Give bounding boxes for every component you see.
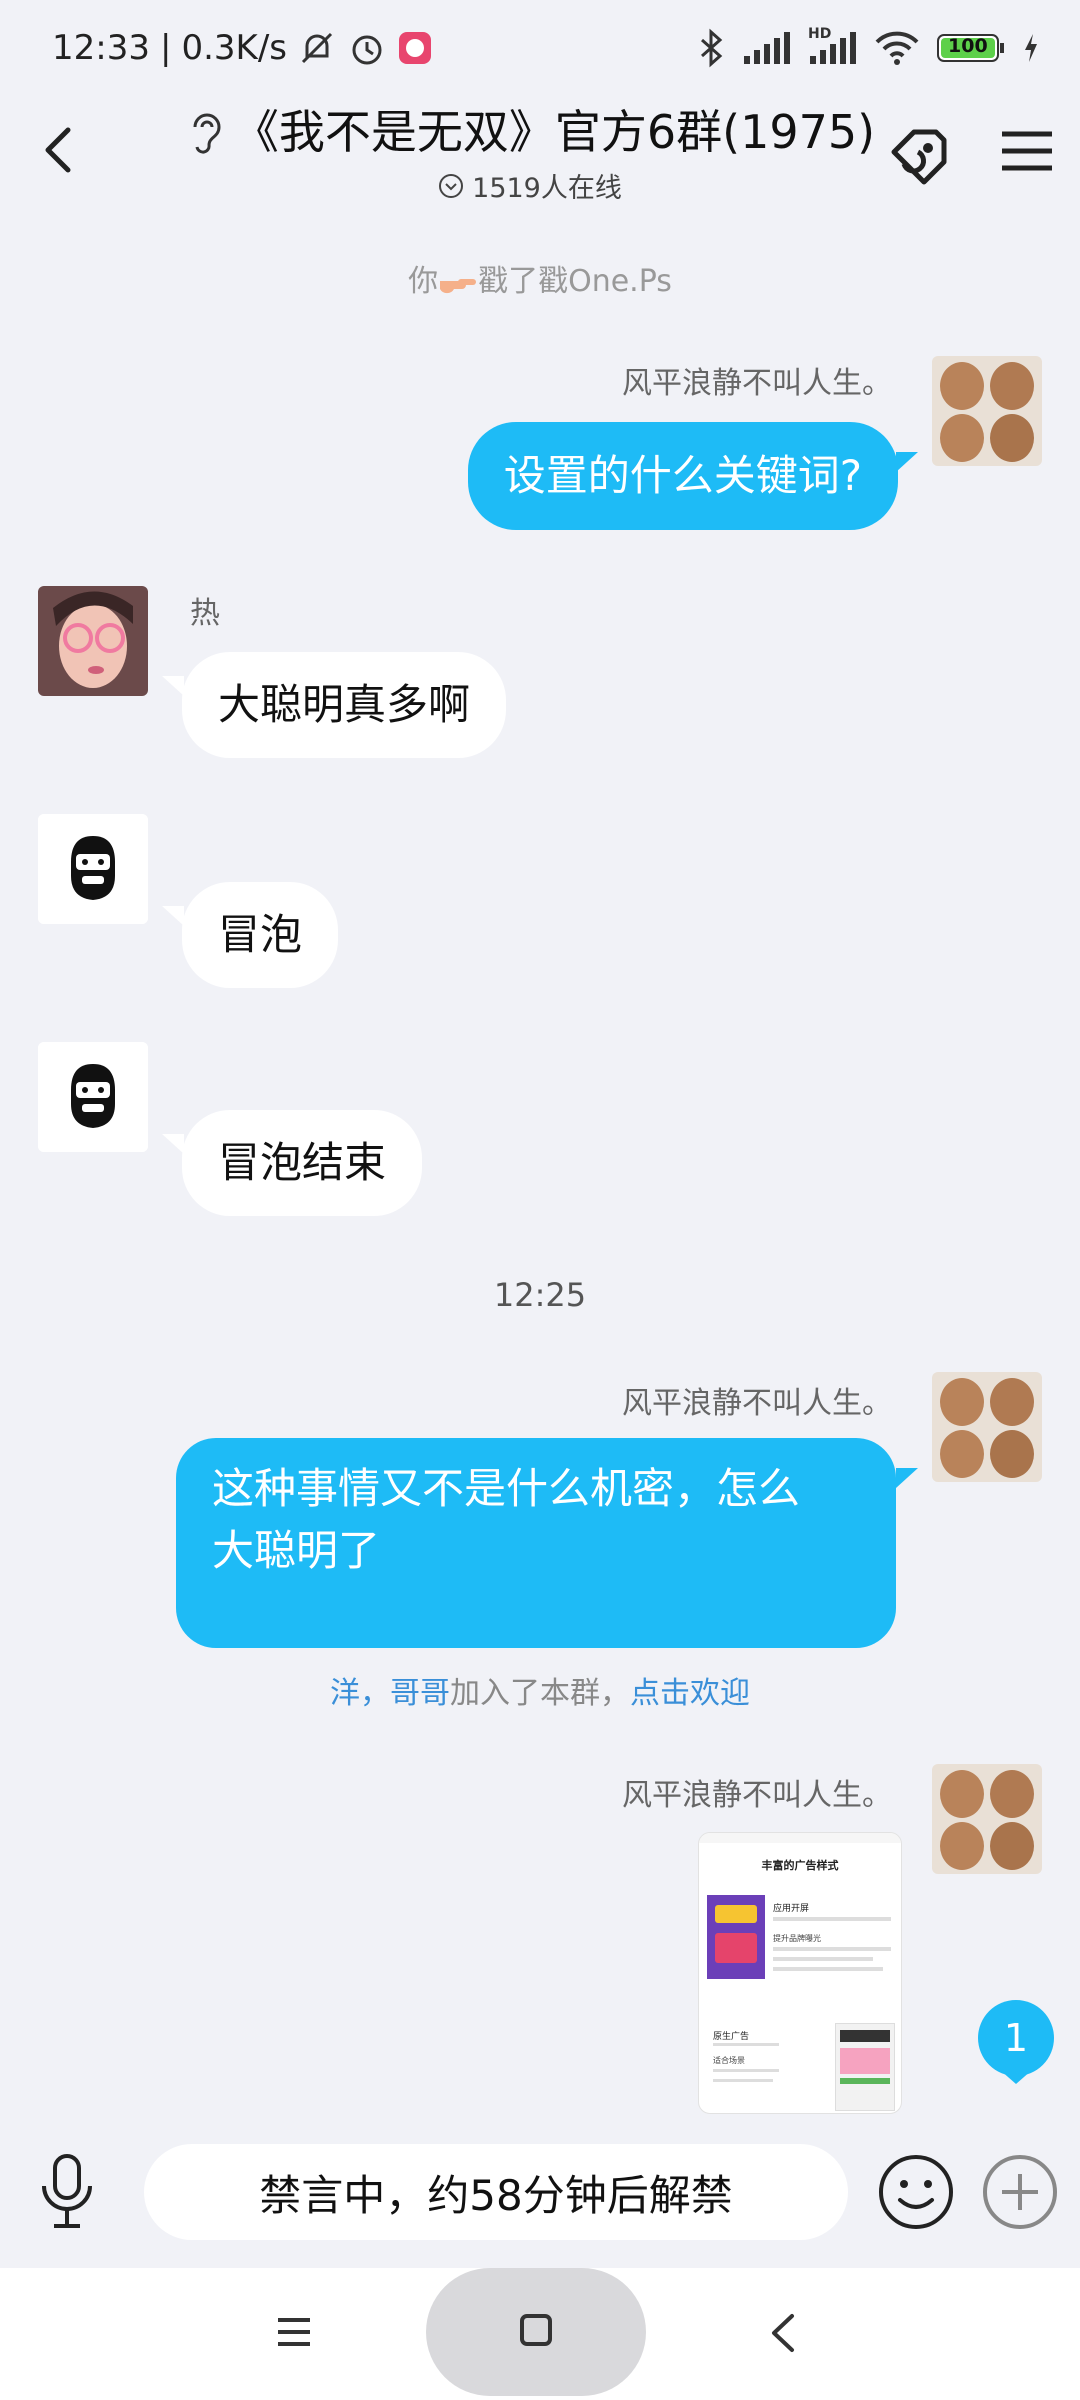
time-separator: 12:25 — [493, 1276, 587, 1314]
app-notification-icon — [397, 30, 433, 66]
ear-icon — [185, 109, 225, 155]
bubble-tail — [162, 906, 184, 926]
sender-name: 风平浪静不叫人生。 — [622, 1386, 892, 1421]
charging-icon — [1022, 32, 1040, 64]
avatar[interactable] — [38, 586, 148, 696]
image-message[interactable]: 丰富的广告样式 应用开屏 提升品牌曝光 原生广告 适合场景 — [698, 1832, 902, 2114]
welcome-link[interactable]: 点击欢迎 — [630, 1676, 750, 1711]
signal-icon — [742, 30, 792, 66]
mute-icon — [297, 28, 337, 68]
plus-icon — [983, 2155, 1057, 2229]
network-speed: 0.3K/s — [181, 28, 287, 68]
menu-button[interactable] — [998, 122, 1056, 180]
emoji-icon — [879, 2155, 953, 2229]
home-button[interactable] — [426, 2268, 646, 2396]
status-left: 12:33 | 0.3K/s — [52, 28, 433, 68]
wifi-icon — [874, 30, 920, 66]
message-bubble[interactable]: 设置的什么关键词? — [467, 422, 898, 530]
voice-button[interactable] — [32, 2152, 102, 2232]
bubble-tail — [162, 676, 184, 696]
alarm-icon — [347, 28, 387, 68]
mic-icon — [42, 2154, 92, 2228]
status-bar: 12:33 | 0.3K/s HD 100 — [0, 0, 1080, 100]
group-tag-button[interactable] — [884, 122, 954, 192]
menu-icon — [1002, 131, 1052, 171]
unread-badge-pointer — [1000, 2070, 1032, 2084]
online-count: 1519人在线 — [472, 173, 622, 204]
back-button[interactable] — [28, 118, 92, 182]
sender-name: 热 — [190, 596, 220, 631]
avatar[interactable] — [38, 814, 148, 924]
message-bubble[interactable]: 冒泡 — [182, 882, 339, 988]
chat-title: 《我不是无双》官方6群(1975) — [232, 105, 876, 159]
battery-icon: 100 — [936, 32, 1006, 64]
bluetooth-icon — [696, 28, 726, 68]
sender-name: 风平浪静不叫人生。 — [622, 366, 892, 401]
poke-notice: 你 戳了戳One.Ps — [408, 264, 672, 299]
bubble-tail — [162, 1134, 184, 1154]
recents-button[interactable] — [272, 2312, 316, 2352]
bubble-tail — [896, 1468, 918, 1488]
message-bubble[interactable]: 这种事情又不是什么机密，怎么 大聪明了 — [176, 1438, 896, 1648]
unread-badge[interactable]: 1 — [978, 2000, 1054, 2076]
avatar[interactable] — [932, 356, 1042, 466]
chevron-circle-icon — [438, 173, 464, 199]
join-notice: 洋，哥哥加入了本群，点击欢迎 — [330, 1676, 750, 1711]
tag-icon — [891, 129, 947, 185]
avatar[interactable] — [932, 1372, 1042, 1482]
ad-thumbnail — [707, 1895, 765, 1979]
home-icon — [520, 2314, 552, 2346]
sender-name: 风平浪静不叫人生。 — [622, 1778, 892, 1813]
message-bubble[interactable]: 冒泡结束 — [182, 1110, 423, 1216]
bubble-tail — [896, 452, 918, 472]
poke-hand-icon — [438, 270, 478, 296]
chat-header[interactable]: 《我不是无双》官方6群(1975) 1519人在线 — [160, 100, 900, 210]
emoji-button[interactable] — [876, 2152, 956, 2232]
back-arrow-icon — [45, 127, 71, 173]
recents-icon — [278, 2318, 310, 2346]
avatar[interactable] — [38, 1042, 148, 1152]
status-time: 12:33 — [52, 28, 150, 68]
status-right: HD 100 — [696, 26, 1040, 68]
avatar[interactable] — [932, 1764, 1042, 1874]
message-bubble[interactable]: 大聪明真多啊 — [182, 652, 507, 758]
muted-input-field[interactable]: 禁言中，约58分钟后解禁 — [144, 2144, 848, 2240]
signal-hd-icon: HD — [808, 26, 858, 66]
more-button[interactable] — [980, 2152, 1060, 2232]
nav-back-icon — [772, 2314, 794, 2352]
nav-back-button[interactable] — [762, 2310, 806, 2356]
joined-user-link[interactable]: 洋，哥哥 — [330, 1676, 450, 1711]
